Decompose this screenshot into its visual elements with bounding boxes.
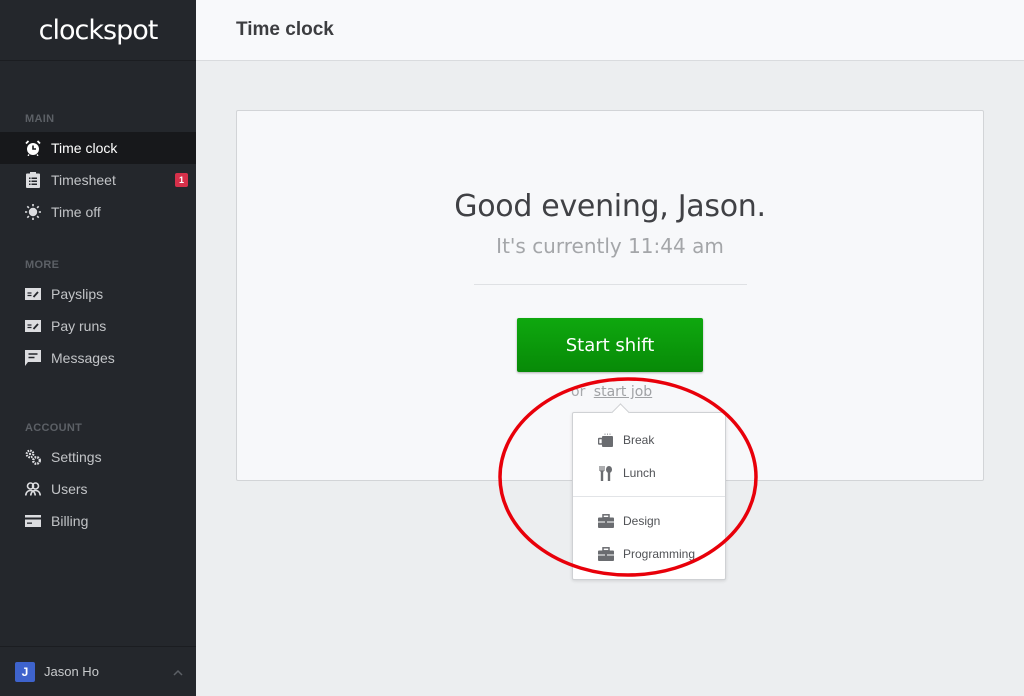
logo-bar: clockspot — [0, 0, 196, 61]
dropdown-item-lunch[interactable]: Lunch — [573, 457, 725, 489]
sidebar-item-label: Timesheet — [51, 172, 116, 188]
page-header: Time clock — [196, 0, 1024, 61]
or-text: or — [571, 384, 586, 400]
sidebar-item-label: Time off — [51, 204, 101, 220]
section-label-main: MAIN — [25, 113, 55, 125]
sidebar-item-pay-runs[interactable]: Pay runs — [0, 310, 196, 342]
chevron-up-icon[interactable] — [172, 665, 184, 676]
sidebar-item-label: Settings — [51, 449, 102, 465]
fork-spoon-icon — [598, 465, 614, 481]
dropdown-item-design[interactable]: Design — [573, 505, 725, 537]
sidebar-item-label: Payslips — [51, 286, 104, 302]
dropdown-item-label: Break — [623, 433, 655, 447]
sidebar-item-users[interactable]: Users — [0, 473, 196, 505]
gears-icon — [24, 448, 42, 466]
sidebar-item-label: Billing — [51, 513, 89, 529]
start-shift-button[interactable]: Start shift — [517, 318, 703, 372]
alarm-clock-icon — [24, 139, 42, 157]
logo[interactable]: clockspot — [39, 15, 159, 46]
sidebar-item-time-clock[interactable]: Time clock — [0, 132, 196, 164]
sidebar-item-messages[interactable]: Messages — [0, 342, 196, 374]
clipboard-list-icon — [24, 171, 42, 189]
coffee-mug-icon — [598, 432, 614, 448]
payslip-icon — [24, 285, 42, 303]
sidebar-item-label: Pay runs — [51, 318, 107, 334]
dropdown-item-label: Programming — [623, 547, 696, 561]
pay-run-icon — [24, 317, 42, 335]
sidebar-item-settings[interactable]: Settings — [0, 441, 196, 473]
avatar: J — [15, 661, 35, 682]
notification-badge: 1 — [175, 173, 188, 187]
start-job-line: or start job — [571, 384, 652, 400]
briefcase-icon — [598, 546, 614, 562]
start-job-link[interactable]: start job — [594, 384, 652, 400]
dropdown-item-label: Design — [623, 514, 661, 528]
user-menu[interactable]: J Jason Ho — [0, 646, 196, 696]
user-name: Jason Ho — [44, 664, 99, 679]
credit-card-icon — [24, 512, 42, 530]
sidebar-item-label: Users — [51, 481, 88, 497]
dropdown-item-label: Lunch — [623, 466, 656, 480]
sidebar-item-payslips[interactable]: Payslips — [0, 278, 196, 310]
greeting: Good evening, Jason. — [454, 189, 766, 224]
current-time: It's currently 11:44 am — [496, 234, 724, 258]
page-title: Time clock — [236, 19, 334, 40]
start-job-dropdown: Break Lunch Design Programming — [572, 412, 726, 580]
chat-bubble-icon — [24, 349, 42, 367]
users-icon — [24, 480, 42, 498]
divider — [474, 284, 747, 285]
sun-icon — [24, 203, 42, 221]
dropdown-separator — [573, 496, 725, 497]
sidebar-item-label: Time clock — [51, 140, 118, 156]
section-label-account: ACCOUNT — [25, 422, 83, 434]
sidebar-item-time-off[interactable]: Time off — [0, 196, 196, 228]
dropdown-item-programming[interactable]: Programming — [573, 538, 725, 570]
section-label-more: MORE — [25, 259, 60, 271]
sidebar-item-label: Messages — [51, 350, 115, 366]
sidebar-item-timesheet[interactable]: Timesheet 1 — [0, 164, 196, 196]
sidebar: clockspot MAIN Time clock Timesheet 1 Ti… — [0, 0, 196, 696]
dropdown-item-break[interactable]: Break — [573, 424, 725, 456]
briefcase-icon — [598, 513, 614, 529]
sidebar-item-billing[interactable]: Billing — [0, 505, 196, 537]
